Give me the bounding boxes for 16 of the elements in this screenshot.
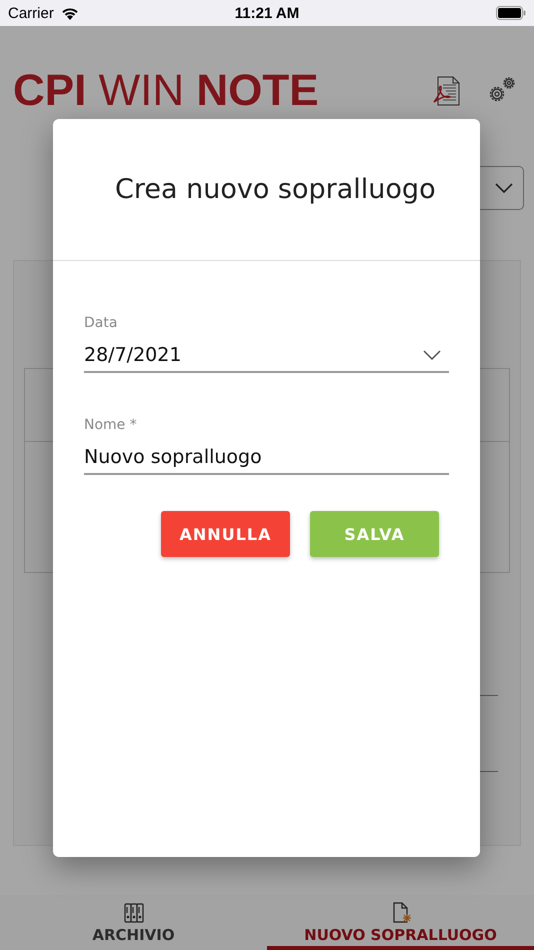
binders-icon [122,902,144,924]
battery-icon [496,6,526,20]
wifi-icon [60,6,80,20]
date-dropdown[interactable]: 28/7/2021 [84,339,449,373]
field-label: Data [84,315,118,331]
tab[interactable]: NUOVO SOPRALLUOGO [267,895,534,950]
clock-time: 11:21 AM [234,4,300,22]
cancel-button[interactable]: ANNULLA [161,511,290,557]
name-input-field[interactable]: Nuovo sopralluogo [84,441,449,475]
field-label: Nome * [84,417,138,433]
chevron-down-icon [495,183,513,193]
tab[interactable]: ARCHIVIO [0,895,267,950]
carrier-label: Carrier [8,4,54,22]
dialog-title: Crea nuovo sopralluogo [115,174,436,205]
chevron-down-icon [423,350,441,360]
app-logo: CPI WIN NOTE [13,66,319,116]
